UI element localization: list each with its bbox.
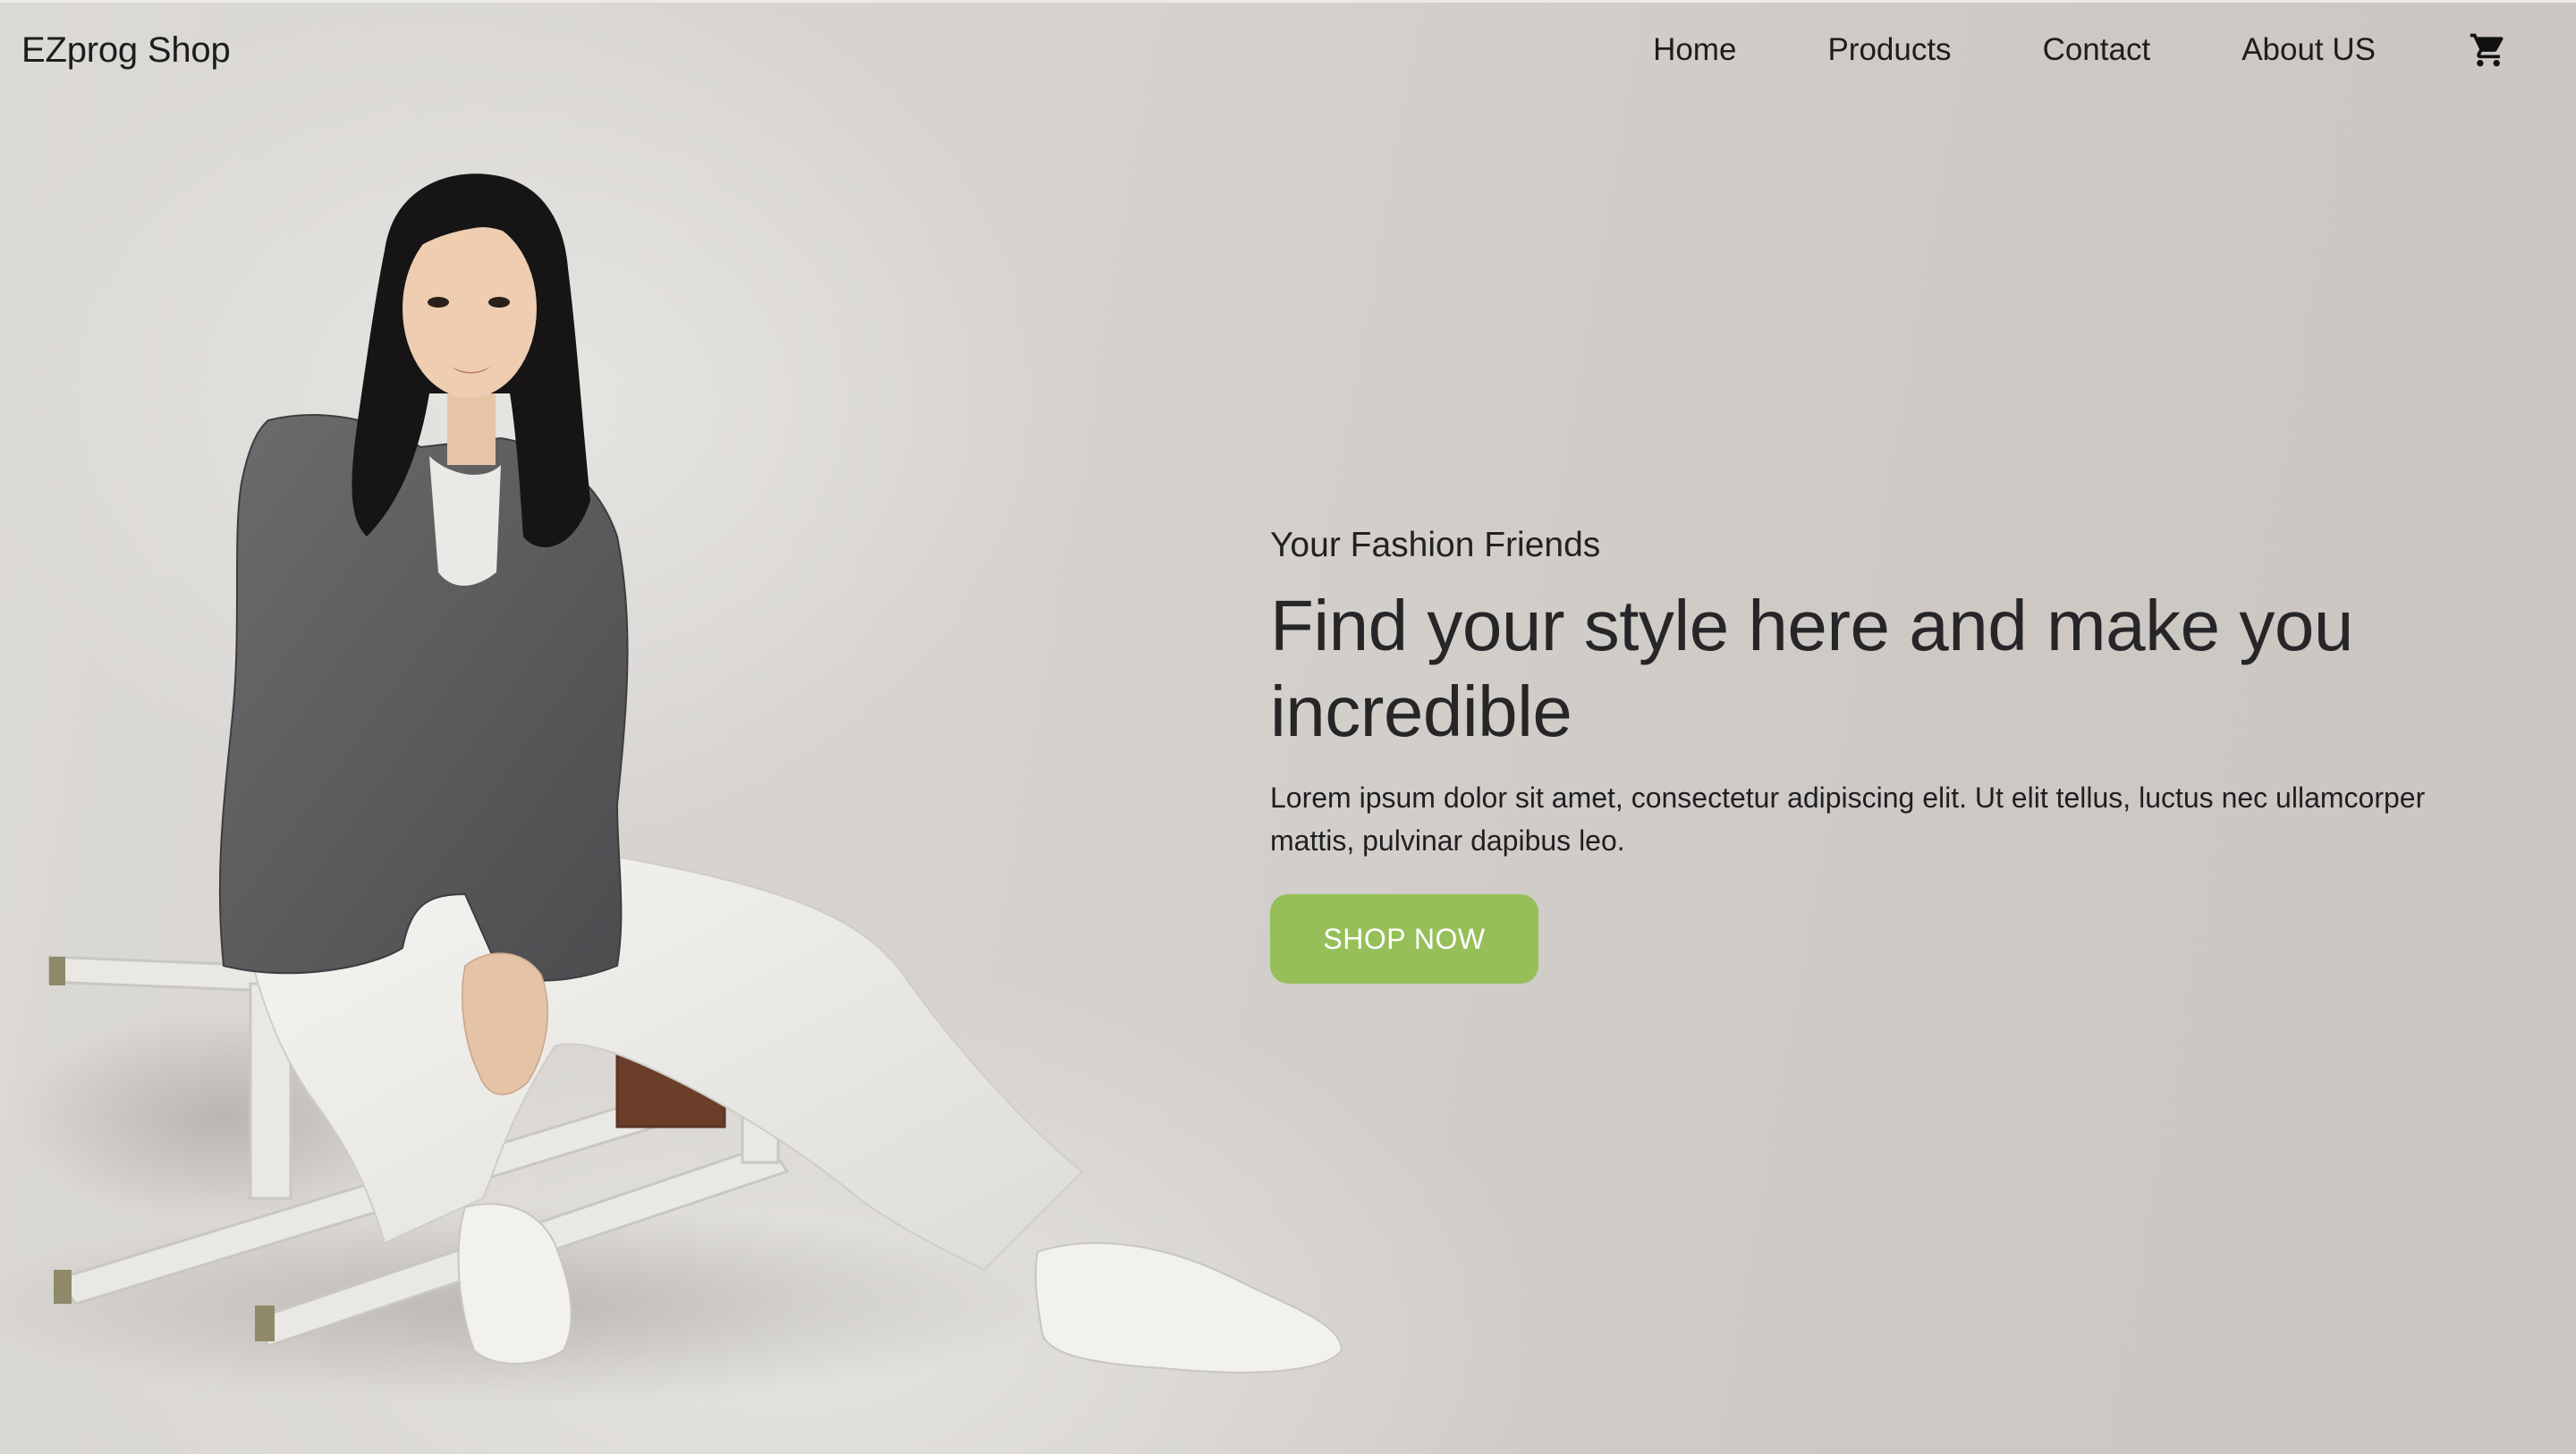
nav-link-contact[interactable]: Contact	[2043, 32, 2151, 68]
shop-now-button[interactable]: SHOP NOW	[1270, 894, 1538, 984]
model-photo	[0, 173, 1343, 1404]
cart-icon-svg	[2470, 33, 2504, 67]
nav-link-home[interactable]: Home	[1653, 32, 1736, 68]
nav-link-products[interactable]: Products	[1827, 32, 1951, 68]
hero-section: Your Fashion Friends Find your style her…	[1270, 526, 2522, 984]
hero-description: Lorem ipsum dolor sit amet, consectetur …	[1270, 782, 2426, 857]
face	[402, 219, 537, 398]
right-shoe	[1034, 1242, 1343, 1374]
hero-headline: Find your style here and make you incred…	[1270, 586, 2353, 751]
shirt	[429, 456, 501, 586]
hero-eyebrow: Your Fashion Friends	[1270, 526, 1601, 564]
cart-icon[interactable]	[2469, 30, 2508, 70]
left-eye	[428, 297, 449, 308]
nav-links: Home Products Contact About US	[1562, 30, 2508, 70]
right-eye	[488, 297, 510, 308]
nav-link-about[interactable]: About US	[2241, 32, 2376, 68]
navbar: EZprog Shop Home Products Contact About …	[0, 0, 2576, 100]
brand-logo[interactable]: EZprog Shop	[21, 30, 231, 71]
hero-page: EZprog Shop Home Products Contact About …	[0, 0, 2576, 1454]
